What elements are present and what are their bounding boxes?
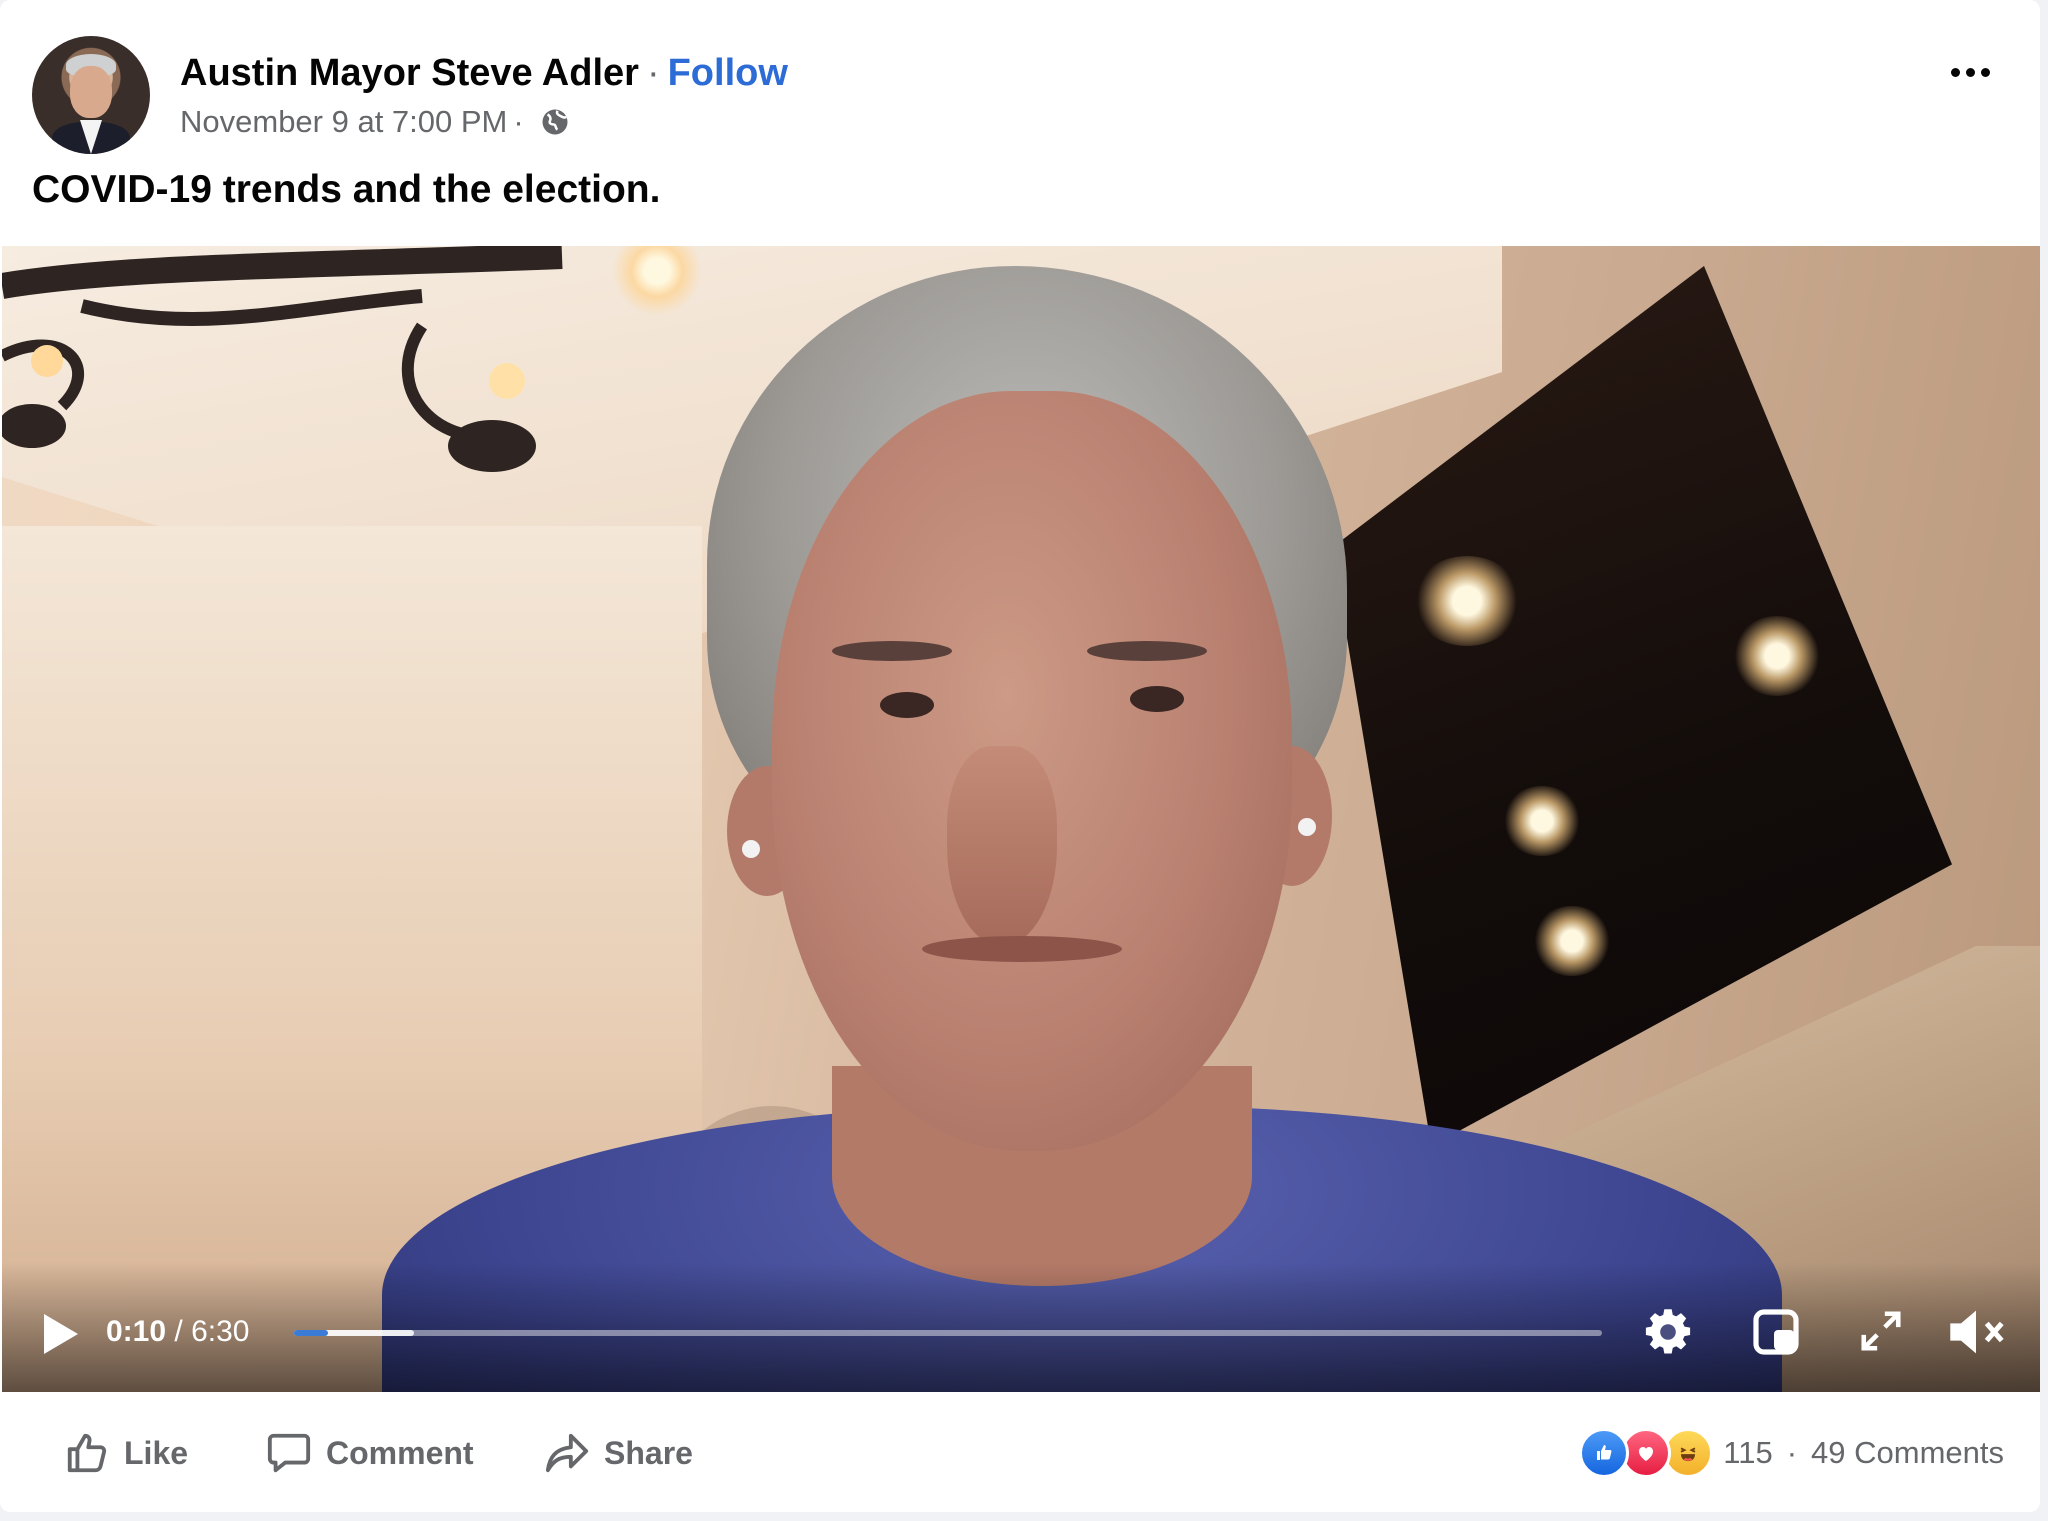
post-text: COVID-19 trends and the election. — [32, 168, 661, 211]
settings-gear-icon[interactable] — [1642, 1306, 1694, 1358]
video-player[interactable]: 0:10 / 6:30 — [2, 246, 2040, 1392]
dot-icon — [1965, 67, 1975, 77]
progress-fill — [294, 1330, 328, 1336]
post-timestamp[interactable]: November 9 at 7:00 PM — [180, 104, 507, 140]
video-time: 0:10 / 6:30 — [106, 1315, 249, 1349]
post-card: Austin Mayor Steve Adler · Follow November… — [0, 0, 2040, 1512]
meta-separator: · — [513, 104, 524, 139]
fullscreen-icon[interactable] — [1858, 1308, 1904, 1354]
play-icon[interactable] — [40, 1312, 80, 1356]
picture-in-picture-icon[interactable] — [1752, 1308, 1800, 1356]
reaction-count[interactable]: 115 — [1723, 1435, 1772, 1471]
like-button[interactable]: Like — [64, 1428, 188, 1478]
author-line: Austin Mayor Steve Adler · Follow — [180, 52, 788, 95]
comment-label: Comment — [326, 1434, 474, 1471]
footer-separator: · — [1786, 1435, 1798, 1470]
video-progress-bar[interactable] — [294, 1330, 1602, 1336]
thumbs-up-icon — [67, 1433, 107, 1473]
post-meta: November 9 at 7:00 PM · — [180, 104, 570, 140]
duration: 6:30 — [191, 1315, 250, 1348]
share-button[interactable]: Share — [544, 1428, 693, 1478]
comments-count[interactable]: 49 Comments — [1811, 1435, 2004, 1471]
reactions-summary: 115 · 49 Comments — [1579, 1428, 2004, 1478]
chandelier-image — [2, 246, 563, 472]
author-name[interactable]: Austin Mayor Steve Adler — [180, 52, 639, 94]
globe-icon — [542, 109, 568, 135]
author-avatar[interactable] — [32, 36, 150, 154]
author-separator: · — [646, 52, 660, 94]
like-reaction-icon[interactable] — [1579, 1428, 1630, 1478]
dot-icon — [1980, 67, 1990, 77]
post-actions: Like Comment Share 115 · 49 Comments — [0, 1392, 2040, 1512]
muted-volume-icon[interactable] — [1946, 1306, 2006, 1358]
current-time: 0:10 — [106, 1315, 167, 1348]
dot-icon — [1950, 67, 1960, 77]
share-label: Share — [604, 1434, 693, 1471]
time-separator: / — [174, 1315, 183, 1348]
comment-button[interactable]: Comment — [266, 1428, 474, 1478]
share-arrow-icon — [545, 1433, 589, 1473]
more-options-button[interactable] — [1940, 48, 2000, 96]
comment-bubble-icon — [267, 1433, 311, 1473]
like-label: Like — [124, 1434, 189, 1471]
follow-button[interactable]: Follow — [668, 52, 788, 94]
